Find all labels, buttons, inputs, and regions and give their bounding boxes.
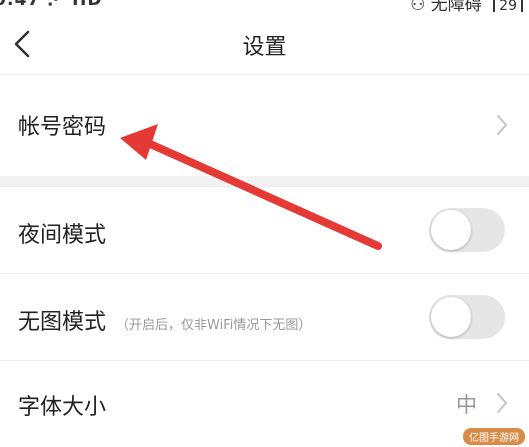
status-bar: 0:47 ⋰ HD ⚇ 无障碍 29	[0, 0, 529, 12]
font-size-label: 字体大小	[18, 395, 107, 420]
section-gap	[0, 176, 529, 186]
no-image-mode-hint: （开启后，仅非WiFi情况下无图）	[116, 318, 312, 333]
font-size-value: 中	[456, 393, 477, 417]
network-type: HD	[72, 0, 103, 10]
status-time: 0:47	[0, 0, 41, 10]
header-bar: 设置	[0, 12, 529, 75]
account-password-label: 帐号密码	[18, 115, 107, 140]
signal-icon: ⋰	[47, 0, 66, 10]
account-password-row[interactable]: 帐号密码	[0, 75, 529, 175]
night-mode-toggle[interactable]	[429, 208, 505, 252]
chevron-right-icon	[497, 393, 507, 413]
battery-indicator: 29	[493, 0, 523, 12]
accessibility-icon: ⚇	[410, 0, 426, 12]
no-image-mode-title: 无图模式	[18, 310, 107, 335]
font-size-row[interactable]: 字体大小 中	[0, 361, 529, 447]
status-right: ⚇ 无障碍 29	[410, 0, 523, 12]
no-image-mode-label: 无图模式 （开启后，仅非WiFi情况下无图）	[18, 304, 311, 336]
no-image-mode-toggle[interactable]	[429, 295, 505, 339]
page-title: 设置	[242, 35, 287, 60]
watermark-logo: 亿图手游网	[463, 428, 525, 445]
chevron-right-icon	[497, 115, 507, 135]
toggle-knob	[431, 297, 471, 337]
settings-screen: 0:47 ⋰ HD ⚇ 无障碍 29 设置 帐号密码 夜间模式	[0, 0, 529, 447]
no-image-mode-row: 无图模式 （开启后，仅非WiFi情况下无图）	[0, 274, 529, 360]
night-mode-label: 夜间模式	[18, 223, 107, 248]
carrier-label: 无障碍	[430, 0, 482, 12]
toggle-knob	[431, 210, 471, 250]
night-mode-row: 夜间模式	[0, 187, 529, 273]
status-left: 0:47 ⋰ HD	[0, 0, 102, 10]
